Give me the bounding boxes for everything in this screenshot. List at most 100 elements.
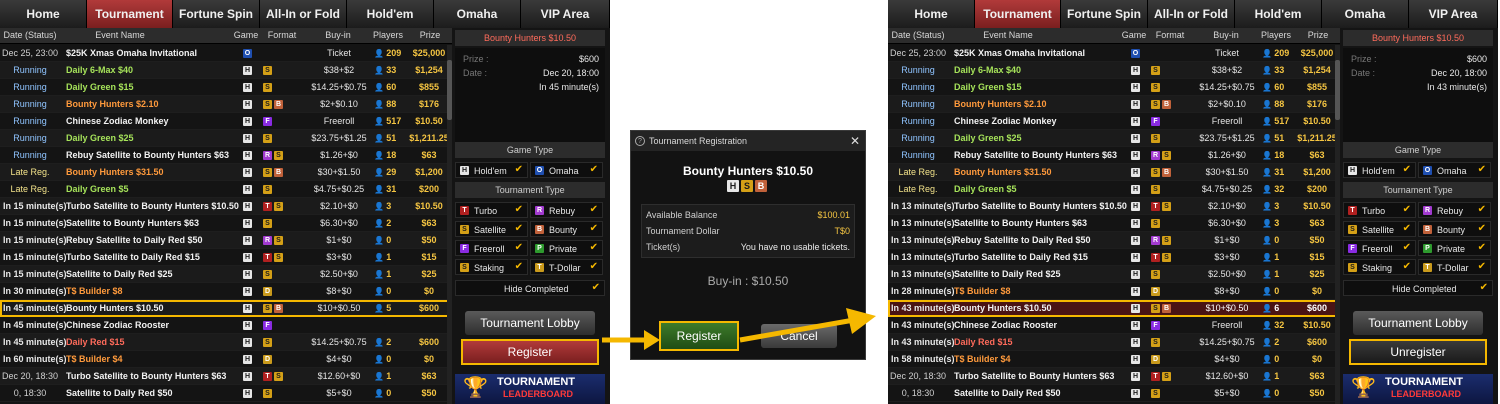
table-row[interactable]: In 28 minute(s) T$ Builder $8 H D $8+$0 👤 0 $0: [888, 283, 1340, 300]
table-row[interactable]: In 13 minute(s) Turbo Satellite to Daily …: [888, 249, 1340, 266]
table-row[interactable]: In 13 minute(s) Satellite to Daily Red $2…: [888, 266, 1340, 283]
table-row[interactable]: Running Daily Green $15 H S $14.25+$0.75 👤 60…: [0, 79, 452, 96]
table-scrollbar[interactable]: [447, 45, 452, 404]
column-header[interactable]: Format: [268, 30, 297, 40]
column-header[interactable]: Prize: [420, 30, 441, 40]
table-row[interactable]: In 43 minute(s) Chinese Zodiac Rooster H F F…: [888, 317, 1340, 334]
table-row[interactable]: 0, 18:30 Satellite to Daily Red $50 H S $5+$…: [888, 385, 1340, 402]
filter-private[interactable]: P Private ✔: [1418, 240, 1491, 256]
table-row[interactable]: Running Chinese Zodiac Monkey H F Freeroll 👤 …: [0, 113, 452, 130]
leaderboard-banner[interactable]: 🏆 TOURNAMENT LEADERBOARD: [455, 374, 605, 404]
filter-satellite[interactable]: S Satellite ✔: [1343, 221, 1416, 237]
dialog-register-button[interactable]: Register: [659, 321, 739, 351]
nav-tab-hold-em[interactable]: Hold'em: [347, 0, 434, 28]
filter-t-dollar[interactable]: T T-Dollar ✔: [530, 259, 603, 275]
nav-tab-all-in-or-fold[interactable]: All-In or Fold: [1148, 0, 1235, 28]
nav-tab-fortune-spin[interactable]: Fortune Spin: [1061, 0, 1148, 28]
column-header[interactable]: Event Name: [95, 30, 145, 40]
filter-t-dollar[interactable]: T T-Dollar ✔: [1418, 259, 1491, 275]
filter-rebuy[interactable]: R Rebuy ✔: [1418, 202, 1491, 218]
table-row[interactable]: Running Daily Green $25 H S $23.75+$1.25 👤 51…: [0, 130, 452, 147]
filter-turbo[interactable]: T Turbo ✔: [1343, 202, 1416, 218]
filter-omaha[interactable]: O Omaha ✔: [530, 162, 603, 178]
filter-freeroll[interactable]: F Freeroll ✔: [455, 240, 528, 256]
filter-bounty[interactable]: B Bounty ✔: [1418, 221, 1491, 237]
table-row[interactable]: In 15 minute(s) Rebuy Satellite to Daily …: [0, 232, 452, 249]
table-row[interactable]: In 15 minute(s) Turbo Satellite to Bounty…: [0, 198, 452, 215]
table-row[interactable]: Late Reg. Bounty Hunters $31.50 H S B $30+$1.…: [0, 164, 452, 181]
table-row[interactable]: In 15 minute(s) Satellite to Daily Red $2…: [0, 266, 452, 283]
table-row[interactable]: In 45 minute(s) Chinese Zodiac Rooster H F: [0, 317, 452, 334]
column-header[interactable]: Players: [373, 30, 403, 40]
filter-hold-em[interactable]: H Hold'em ✔: [1343, 162, 1416, 178]
table-row[interactable]: Dec 25, 23:00 $25K Xmas Omaha Invitationa…: [888, 45, 1340, 62]
hide-completed-toggle[interactable]: Hide Completed ✔: [1343, 280, 1493, 296]
table-row[interactable]: Running Bounty Hunters $2.10 H S B $2+$0.10 👤 …: [0, 96, 452, 113]
table-row[interactable]: Late Reg. Daily Green $5 H S $4.75+$0.25 👤 31…: [0, 181, 452, 198]
unregister-button[interactable]: Unregister: [1349, 339, 1487, 365]
filter-staking[interactable]: S Staking ✔: [1343, 259, 1416, 275]
table-row[interactable]: Running Daily Green $15 H S $14.25+$0.75 👤 60…: [888, 79, 1340, 96]
table-row[interactable]: Late Reg. Daily Green $5 H S $4.75+$0.25 👤 32…: [888, 181, 1340, 198]
column-header[interactable]: Date (Status): [3, 30, 56, 40]
nav-tab-omaha[interactable]: Omaha: [1322, 0, 1409, 28]
tournament-lobby-button[interactable]: Tournament Lobby: [465, 311, 595, 335]
table-row[interactable]: In 60 minute(s) T$ Builder $4 H D $4+$0 👤 0 $0: [0, 351, 452, 368]
nav-tab-fortune-spin[interactable]: Fortune Spin: [173, 0, 260, 28]
table-row[interactable]: In 30 minute(s) T$ Builder $8 H D $8+$0 👤 0 $0: [0, 283, 452, 300]
selected-tournament-row[interactable]: In 45 minute(s) Bounty Hunters $10.50 H S B $…: [0, 300, 452, 317]
nav-tab-all-in-or-fold[interactable]: All-In or Fold: [260, 0, 347, 28]
column-header[interactable]: Format: [1156, 30, 1185, 40]
nav-tab-vip-area[interactable]: VIP Area: [1409, 0, 1498, 28]
table-row[interactable]: In 15 minute(s) Turbo Satellite to Daily …: [0, 249, 452, 266]
filter-satellite[interactable]: S Satellite ✔: [455, 221, 528, 237]
table-row[interactable]: In 13 minute(s) Turbo Satellite to Bounty…: [888, 198, 1340, 215]
table-row[interactable]: In 58 minute(s) T$ Builder $4 H D $4+$0 👤 0 $0: [888, 351, 1340, 368]
nav-tab-tournament[interactable]: Tournament: [87, 0, 173, 28]
nav-tab-home[interactable]: Home: [888, 0, 975, 28]
filter-omaha[interactable]: O Omaha ✔: [1418, 162, 1491, 178]
nav-tab-omaha[interactable]: Omaha: [434, 0, 521, 28]
tournament-lobby-button[interactable]: Tournament Lobby: [1353, 311, 1483, 335]
table-row[interactable]: Dec 25, 23:00 $25K Xmas Omaha Invitationa…: [0, 45, 452, 62]
column-header[interactable]: Event Name: [983, 30, 1033, 40]
table-row[interactable]: In 15 minute(s) Satellite to Bounty Hunte…: [0, 215, 452, 232]
table-row[interactable]: Running Bounty Hunters $2.10 H S B $2+$0.10 👤 …: [888, 96, 1340, 113]
scrollbar-thumb[interactable]: [447, 60, 452, 120]
column-header[interactable]: Buy-in: [325, 30, 351, 40]
filter-turbo[interactable]: T Turbo ✔: [455, 202, 528, 218]
nav-tab-hold-em[interactable]: Hold'em: [1235, 0, 1322, 28]
table-row[interactable]: Late Reg. Bounty Hunters $31.50 H S B $30+$1.…: [888, 164, 1340, 181]
scrollbar-thumb[interactable]: [1335, 60, 1340, 120]
hide-completed-toggle[interactable]: Hide Completed ✔: [455, 280, 605, 296]
column-header[interactable]: Game: [234, 30, 259, 40]
table-row[interactable]: In 43 minute(s) Daily Red $15 H S $14.25+$0.…: [888, 334, 1340, 351]
filter-staking[interactable]: S Staking ✔: [455, 259, 528, 275]
filter-bounty[interactable]: B Bounty ✔: [530, 221, 603, 237]
table-row[interactable]: Dec 20, 18:30 Turbo Satellite to Bounty H…: [0, 368, 452, 385]
nav-tab-home[interactable]: Home: [0, 0, 87, 28]
table-row[interactable]: 0, 18:30 Satellite to Daily Red $50 H S $5+$…: [0, 385, 452, 402]
register-button[interactable]: Register: [461, 339, 599, 365]
filter-hold-em[interactable]: H Hold'em ✔: [455, 162, 528, 178]
table-row[interactable]: Running Daily 6-Max $40 H S $38+$2 👤 33 $1,254: [0, 62, 452, 79]
filter-freeroll[interactable]: F Freeroll ✔: [1343, 240, 1416, 256]
nav-tab-vip-area[interactable]: VIP Area: [521, 0, 610, 28]
table-row[interactable]: In 13 minute(s) Satellite to Bounty Hunte…: [888, 215, 1340, 232]
column-header[interactable]: Game: [1122, 30, 1147, 40]
column-header[interactable]: Date (Status): [891, 30, 944, 40]
table-row[interactable]: In 45 minute(s) Daily Red $15 H S $14.25+$0.…: [0, 334, 452, 351]
column-header[interactable]: Players: [1261, 30, 1291, 40]
close-icon[interactable]: ✕: [850, 134, 860, 148]
table-row[interactable]: Running Rebuy Satellite to Bounty Hunters…: [0, 147, 452, 164]
filter-rebuy[interactable]: R Rebuy ✔: [530, 202, 603, 218]
table-scrollbar[interactable]: [1335, 45, 1340, 404]
table-row[interactable]: Dec 20, 18:30 Turbo Satellite to Bounty H…: [888, 368, 1340, 385]
filter-private[interactable]: P Private ✔: [530, 240, 603, 256]
table-row[interactable]: Running Daily Green $25 H S $23.75+$1.25 👤 51…: [888, 130, 1340, 147]
column-header[interactable]: Prize: [1308, 30, 1329, 40]
table-row[interactable]: Running Daily 6-Max $40 H S $38+$2 👤 33 $1,254: [888, 62, 1340, 79]
selected-tournament-row[interactable]: In 43 minute(s) Bounty Hunters $10.50 H S B $…: [888, 300, 1340, 317]
column-header[interactable]: Buy-in: [1213, 30, 1239, 40]
table-row[interactable]: Running Rebuy Satellite to Bounty Hunters…: [888, 147, 1340, 164]
